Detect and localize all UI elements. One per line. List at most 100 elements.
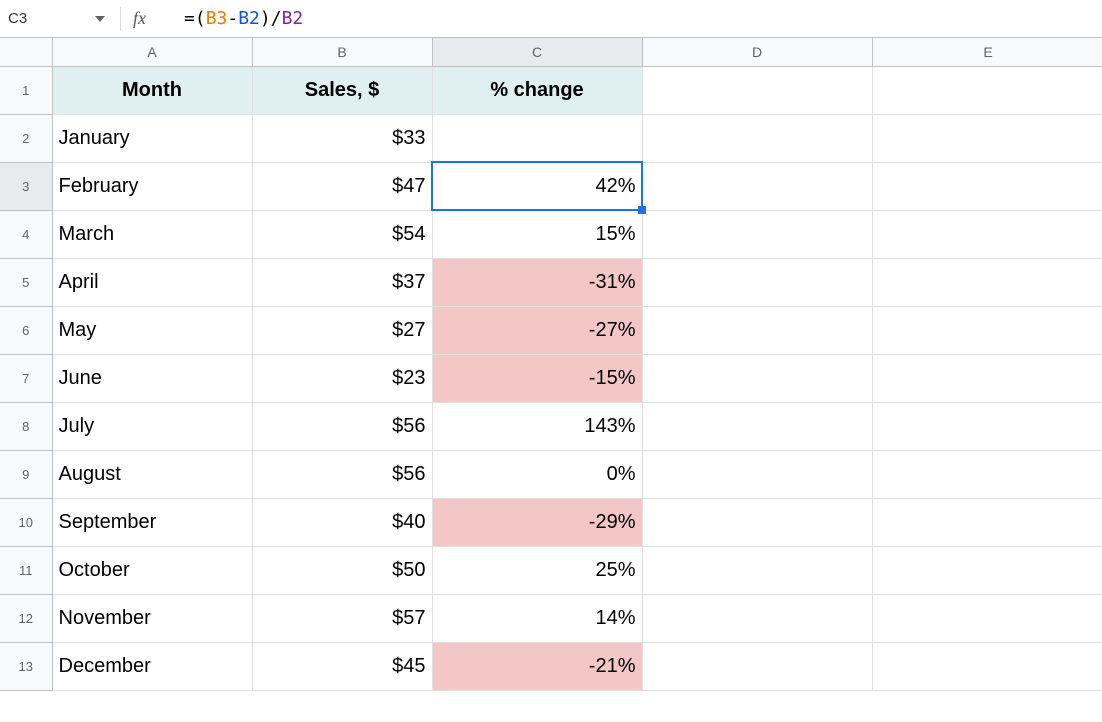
cell-e6[interactable] <box>872 306 1102 354</box>
cell-e5[interactable] <box>872 258 1102 306</box>
cell-c4[interactable]: 15% <box>432 210 642 258</box>
row-header-1[interactable]: 1 <box>0 66 52 114</box>
cell-c5[interactable]: -31% <box>432 258 642 306</box>
formula-bar: C3 fx =(B3-B2)/B2 <box>0 0 1102 38</box>
cell-b5[interactable]: $37 <box>252 258 432 306</box>
row-header-3[interactable]: 3 <box>0 162 52 210</box>
row-8: 8 July $56 143% <box>0 402 1102 450</box>
row-header-2[interactable]: 2 <box>0 114 52 162</box>
formula-token-ref-b3: B3 <box>206 8 228 29</box>
cell-e4[interactable] <box>872 210 1102 258</box>
cell-a8[interactable]: July <box>52 402 252 450</box>
formula-token-ref-b2b: B2 <box>282 8 304 29</box>
cell-c1[interactable]: % change <box>432 66 642 114</box>
cell-c11[interactable]: 25% <box>432 546 642 594</box>
cell-e12[interactable] <box>872 594 1102 642</box>
fill-handle[interactable] <box>638 206 646 214</box>
col-header-a[interactable]: A <box>52 38 252 66</box>
cell-b9[interactable]: $56 <box>252 450 432 498</box>
col-header-c[interactable]: C <box>432 38 642 66</box>
cell-b8[interactable]: $56 <box>252 402 432 450</box>
cell-a9[interactable]: August <box>52 450 252 498</box>
cell-e10[interactable] <box>872 498 1102 546</box>
cell-a1[interactable]: Month <box>52 66 252 114</box>
cell-d12[interactable] <box>642 594 872 642</box>
cell-c10[interactable]: -29% <box>432 498 642 546</box>
cell-b10[interactable]: $40 <box>252 498 432 546</box>
cell-c8[interactable]: 143% <box>432 402 642 450</box>
col-header-e[interactable]: E <box>872 38 1102 66</box>
cell-a2[interactable]: January <box>52 114 252 162</box>
cell-b2[interactable]: $33 <box>252 114 432 162</box>
cell-d11[interactable] <box>642 546 872 594</box>
cell-d8[interactable] <box>642 402 872 450</box>
cell-d6[interactable] <box>642 306 872 354</box>
cell-d7[interactable] <box>642 354 872 402</box>
cell-e1[interactable] <box>872 66 1102 114</box>
cell-d2[interactable] <box>642 114 872 162</box>
cell-b1[interactable]: Sales, $ <box>252 66 432 114</box>
cell-a5[interactable]: April <box>52 258 252 306</box>
cell-d5[interactable] <box>642 258 872 306</box>
cell-c12[interactable]: 14% <box>432 594 642 642</box>
row-header-7[interactable]: 7 <box>0 354 52 402</box>
cell-b7[interactable]: $23 <box>252 354 432 402</box>
cell-a13[interactable]: December <box>52 642 252 690</box>
row-9: 9 August $56 0% <box>0 450 1102 498</box>
select-all-corner[interactable] <box>0 38 52 66</box>
formula-token-div: / <box>271 8 282 29</box>
cell-e11[interactable] <box>872 546 1102 594</box>
row-header-12[interactable]: 12 <box>0 594 52 642</box>
cell-d10[interactable] <box>642 498 872 546</box>
row-header-9[interactable]: 9 <box>0 450 52 498</box>
name-box[interactable]: C3 <box>0 10 88 27</box>
cell-c2[interactable] <box>432 114 642 162</box>
row-11: 11 October $50 25% <box>0 546 1102 594</box>
cell-e13[interactable] <box>872 642 1102 690</box>
name-box-dropdown[interactable] <box>88 16 112 22</box>
fx-label[interactable]: fx <box>129 8 160 29</box>
cell-c7[interactable]: -15% <box>432 354 642 402</box>
spreadsheet-grid[interactable]: A B C D E 1 Month Sales, $ % change 2 Ja… <box>0 38 1102 691</box>
cell-b6[interactable]: $27 <box>252 306 432 354</box>
cell-d13[interactable] <box>642 642 872 690</box>
cell-c9[interactable]: 0% <box>432 450 642 498</box>
row-header-6[interactable]: 6 <box>0 306 52 354</box>
cell-d4[interactable] <box>642 210 872 258</box>
cell-b3[interactable]: $47 <box>252 162 432 210</box>
cell-c13[interactable]: -21% <box>432 642 642 690</box>
cell-c6[interactable]: -27% <box>432 306 642 354</box>
col-header-d[interactable]: D <box>642 38 872 66</box>
row-header-13[interactable]: 13 <box>0 642 52 690</box>
cell-b12[interactable]: $57 <box>252 594 432 642</box>
cell-d1[interactable] <box>642 66 872 114</box>
cell-a3[interactable]: February <box>52 162 252 210</box>
cell-d9[interactable] <box>642 450 872 498</box>
formula-token-minus: - <box>227 8 238 29</box>
cell-b13[interactable]: $45 <box>252 642 432 690</box>
cell-a11[interactable]: October <box>52 546 252 594</box>
cell-e2[interactable] <box>872 114 1102 162</box>
row-header-8[interactable]: 8 <box>0 402 52 450</box>
formula-input[interactable]: =(B3-B2)/B2 <box>160 8 1102 29</box>
cell-e3[interactable] <box>872 162 1102 210</box>
cell-e8[interactable] <box>872 402 1102 450</box>
row-header-4[interactable]: 4 <box>0 210 52 258</box>
cell-a4[interactable]: March <box>52 210 252 258</box>
row-header-11[interactable]: 11 <box>0 546 52 594</box>
row-header-5[interactable]: 5 <box>0 258 52 306</box>
cell-a7[interactable]: June <box>52 354 252 402</box>
cell-e7[interactable] <box>872 354 1102 402</box>
cell-e9[interactable] <box>872 450 1102 498</box>
col-header-b[interactable]: B <box>252 38 432 66</box>
cell-a10[interactable]: September <box>52 498 252 546</box>
cell-a12[interactable]: November <box>52 594 252 642</box>
cell-a6[interactable]: May <box>52 306 252 354</box>
formula-token-open: ( <box>195 8 206 29</box>
cell-b11[interactable]: $50 <box>252 546 432 594</box>
cell-b4[interactable]: $54 <box>252 210 432 258</box>
cell-c3[interactable]: 42% <box>432 162 642 210</box>
row-13: 13 December $45 -21% <box>0 642 1102 690</box>
row-header-10[interactable]: 10 <box>0 498 52 546</box>
cell-d3[interactable] <box>642 162 872 210</box>
